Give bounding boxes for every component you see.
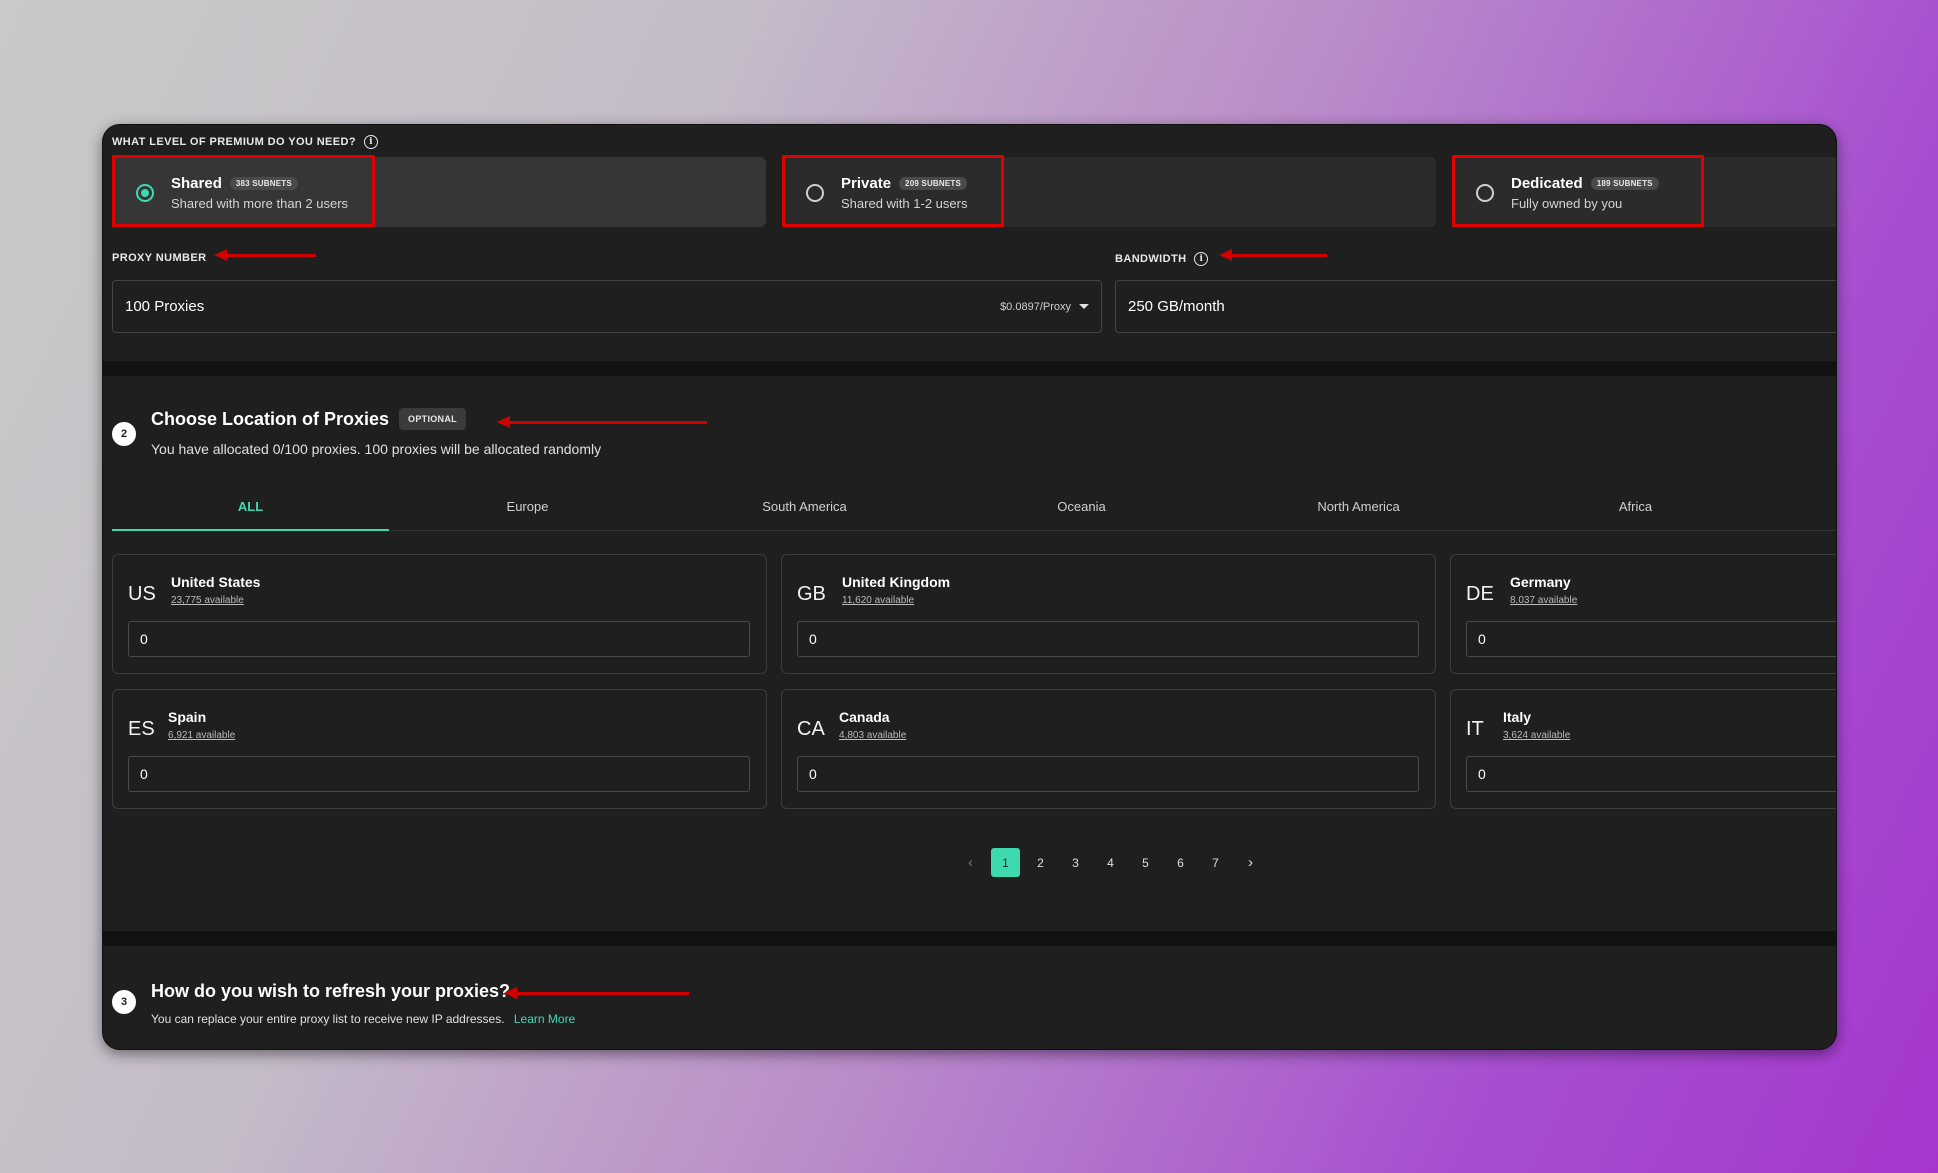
country-name: United States: [171, 574, 261, 590]
tab-north-america[interactable]: North America: [1220, 491, 1497, 530]
tier-dedicated[interactable]: Dedicated 189 SUBNETS Fully owned by you: [1452, 155, 1836, 227]
availability-link[interactable]: 3,624 available: [1503, 730, 1570, 741]
availability-link[interactable]: 11,620 available: [842, 595, 914, 606]
country-name: Germany: [1510, 574, 1571, 590]
price-per-proxy: $0.0897/Proxy: [1000, 300, 1071, 313]
country-card-it: IT Italy 3,624 available 0: [1450, 689, 1836, 809]
availability-link[interactable]: 8,037 available: [1510, 595, 1577, 606]
refresh-description: You can replace your entire proxy list t…: [151, 1012, 576, 1026]
country-name: Canada: [839, 709, 890, 725]
page-button-7[interactable]: 7: [1198, 848, 1233, 877]
location-title: Choose Location of Proxies OPTIONAL: [151, 408, 466, 430]
country-code: DE: [1466, 583, 1494, 605]
page-button-5[interactable]: 5: [1128, 848, 1163, 877]
page-button-2[interactable]: 2: [1023, 848, 1058, 877]
bandwidth-select[interactable]: 250 GB/month: [1115, 280, 1836, 333]
quantity-input[interactable]: 0: [128, 756, 750, 792]
premium-question: WHAT LEVEL OF PREMIUM DO YOU NEED? i: [112, 135, 378, 149]
country-code: US: [128, 583, 156, 605]
country-code: IT: [1466, 718, 1484, 740]
tier-private[interactable]: Private 209 SUBNETS Shared with 1-2 user…: [782, 155, 1436, 227]
chevron-down-icon: [1079, 304, 1089, 309]
tier-shared[interactable]: Shared 383 SUBNETS Shared with more than…: [112, 155, 766, 227]
info-icon[interactable]: i: [1194, 252, 1209, 266]
section-divider: [103, 361, 1836, 376]
region-tabs: ALL Europe South America Oceania North A…: [112, 491, 1836, 531]
quantity-input[interactable]: 0: [797, 756, 1419, 792]
optional-badge: OPTIONAL: [399, 408, 466, 430]
proxy-number-select[interactable]: 100 Proxies $0.0897/Proxy: [112, 280, 1102, 333]
country-card-es: ES Spain 6,921 available 0: [112, 689, 767, 809]
page-button-4[interactable]: 4: [1093, 848, 1128, 877]
section-divider: [103, 931, 1836, 946]
pagination: ‹ 1 2 3 4 5 6 7 ›: [953, 848, 1268, 877]
tab-all[interactable]: ALL: [112, 491, 389, 531]
proxy-number-label: PROXY NUMBER: [112, 252, 207, 264]
tab-europe[interactable]: Europe: [389, 491, 666, 530]
order-panel: WHAT LEVEL OF PREMIUM DO YOU NEED? i Sha…: [102, 124, 1837, 1050]
country-code: CA: [797, 718, 825, 740]
country-card-gb: GB United Kingdom 11,620 available 0: [781, 554, 1436, 674]
annotation-arrow: [1219, 249, 1327, 261]
country-name: Spain: [168, 709, 207, 725]
page-button-3[interactable]: 3: [1058, 848, 1093, 877]
country-code: GB: [797, 583, 826, 605]
refresh-title: How do you wish to refresh your proxies?: [151, 981, 511, 1001]
availability-link[interactable]: 23,775 available: [171, 595, 244, 606]
allocation-status: You have allocated 0/100 proxies. 100 pr…: [151, 441, 602, 457]
premium-tiers: Shared 383 SUBNETS Shared with more than…: [112, 155, 1836, 227]
annotation-highlight-box: [782, 155, 1004, 227]
country-name: United Kingdom: [842, 574, 951, 590]
country-code: ES: [128, 718, 155, 740]
quantity-input[interactable]: 0: [1466, 756, 1836, 792]
quantity-input[interactable]: 0: [797, 621, 1419, 657]
availability-link[interactable]: 6,921 available: [168, 730, 235, 741]
chevron-right-icon[interactable]: ›: [1233, 848, 1268, 877]
annotation-arrow: [214, 249, 316, 261]
step-number: 2: [112, 422, 136, 446]
country-card-ca: CA Canada 4,803 available 0: [781, 689, 1436, 809]
annotation-highlight-box: [1452, 155, 1704, 227]
info-icon[interactable]: i: [364, 135, 378, 149]
page-button-1[interactable]: 1: [991, 848, 1020, 877]
quantity-input[interactable]: 0: [128, 621, 750, 657]
country-card-de: DE Germany 8,037 available 0: [1450, 554, 1836, 674]
bandwidth-value: 250 GB/month: [1128, 298, 1225, 315]
step-number: 3: [112, 990, 136, 1014]
availability-link[interactable]: 4,803 available: [839, 730, 906, 741]
annotation-highlight-box: [112, 155, 375, 227]
annotation-arrow: [504, 987, 689, 999]
annotation-arrow: [497, 416, 707, 428]
page-button-6[interactable]: 6: [1163, 848, 1198, 877]
bandwidth-label: BANDWIDTH i: [1115, 252, 1209, 266]
country-card-us: US United States 23,775 available 0: [112, 554, 767, 674]
proxy-number-value: 100 Proxies: [125, 298, 205, 315]
chevron-left-icon[interactable]: ‹: [953, 848, 988, 877]
learn-more-link[interactable]: Learn More: [514, 1012, 575, 1026]
quantity-input[interactable]: 0: [1466, 621, 1836, 657]
tab-africa[interactable]: Africa: [1497, 491, 1774, 530]
tab-south-america[interactable]: South America: [666, 491, 943, 530]
tab-oceania[interactable]: Oceania: [943, 491, 1220, 530]
country-name: Italy: [1503, 709, 1532, 725]
